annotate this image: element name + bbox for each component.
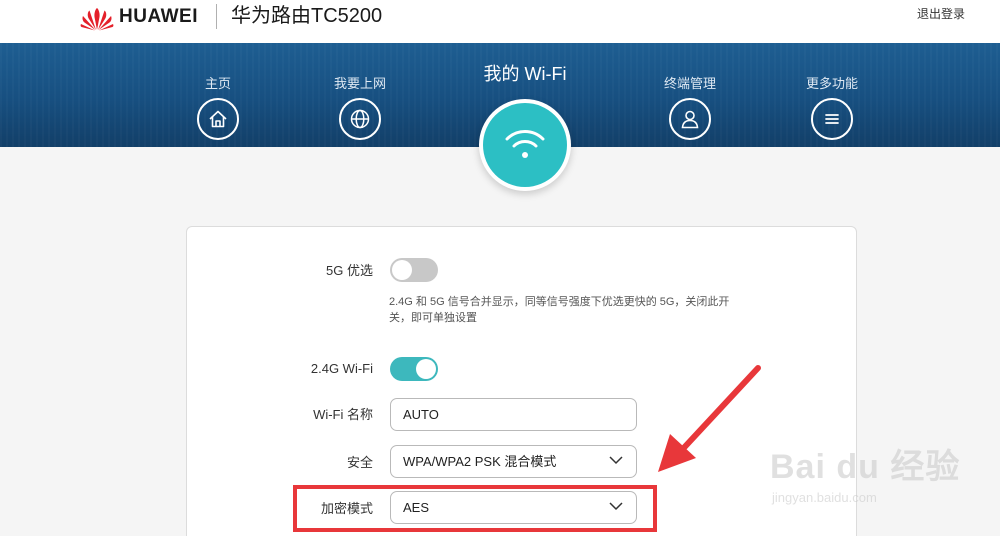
brand-divider [216,4,217,29]
brand-name: HUAWEI [119,6,198,27]
menu-icon [811,98,853,140]
nav-item-devices[interactable]: 终端管理 [640,43,740,147]
security-label: 安全 [346,455,373,470]
toggle-knob [392,260,412,280]
nav-item-internet[interactable]: 我要上网 [310,43,410,147]
wifi-24g-toggle[interactable] [390,357,438,381]
watermark-url: jingyan.baidu.com [772,490,877,505]
nav-label: 我要上网 [333,76,386,91]
wifi-icon [483,103,567,187]
nav-item-more[interactable]: 更多功能 [782,43,882,147]
huawei-logo-icon [80,8,114,31]
user-icon [669,98,711,140]
band-steering-label: 5G 优选 [326,263,373,278]
band-steering-description: 2.4G 和 5G 信号合并显示，同等信号强度下优选更快的 5G，关闭此开关，即… [389,296,730,324]
toggle-knob [416,359,436,379]
tab-my-wifi-label[interactable]: 我的 Wi-Fi [460,63,590,85]
annotation-arrow-icon [658,365,761,472]
chevron-down-icon [609,456,623,465]
nav-item-home[interactable]: 主页 [168,43,268,147]
ssid-input[interactable] [390,398,637,431]
security-select[interactable]: WPA/WPA2 PSK 混合模式 [390,445,637,478]
security-value: WPA/WPA2 PSK 混合模式 [403,454,557,469]
top-bar: HUAWEI 华为路由TC5200 退出登录 [0,0,1000,43]
band-steering-toggle[interactable] [390,258,438,282]
nav-label: 更多功能 [805,76,858,91]
nav-label: 终端管理 [663,76,716,91]
wifi-24g-label: 2.4G Wi-Fi [310,361,373,376]
annotation-highlight-box [293,485,657,532]
baidu-watermark: Bai du 经验 jingyan.baidu.com [770,428,980,518]
globe-icon [339,98,381,140]
nav-label: 主页 [204,76,231,91]
page-title: 华为路由TC5200 [231,5,383,27]
watermark-text: Bai du 经验 [770,448,961,486]
logout-link[interactable]: 退出登录 [917,7,965,21]
home-icon [197,98,239,140]
tab-my-wifi[interactable] [479,99,571,191]
ssid-label: Wi-Fi 名称 [313,407,373,422]
